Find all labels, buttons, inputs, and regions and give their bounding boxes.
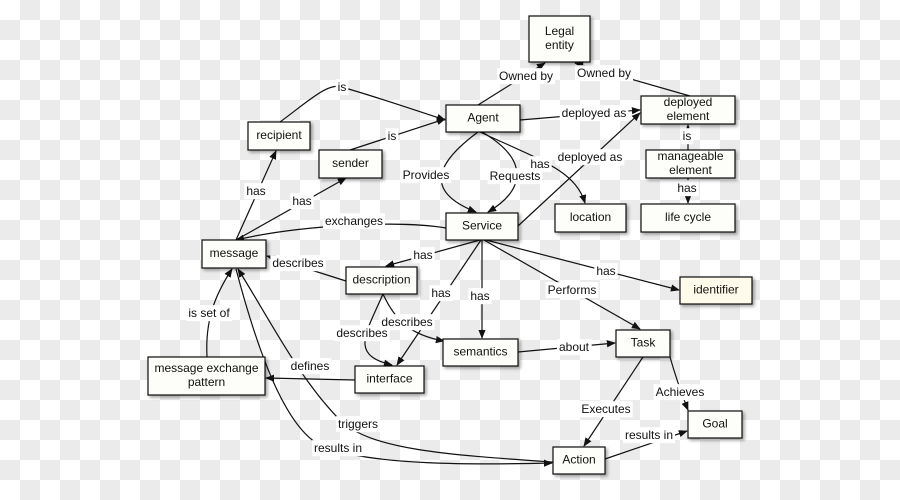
edge-label-text: has: [431, 286, 450, 300]
node-label: Action: [562, 453, 595, 467]
edge-label-text: has: [470, 289, 489, 303]
node-goal[interactable]: Goal: [687, 410, 743, 439]
edge-label: has: [594, 263, 618, 280]
node-label: description: [352, 273, 410, 287]
edge-label: defines: [288, 358, 332, 375]
edge-label-text: has: [596, 264, 615, 278]
node-label: deployed element: [664, 95, 713, 123]
concept-map: Owned by Owned by is is deployed as deployed …: [147, 15, 753, 475]
edge-label-text: Owned by: [577, 66, 631, 80]
edge-label: Achieves: [653, 384, 707, 401]
edge-label-text: Executes: [581, 402, 630, 416]
node-label: Service: [462, 219, 502, 233]
node-sender[interactable]: sender: [318, 149, 383, 179]
edge-label: Owned by: [574, 65, 634, 82]
edge-label-text: is: [683, 129, 692, 143]
node-label: life cycle: [665, 210, 711, 224]
node-legal-entity[interactable]: Legal entity: [528, 15, 591, 63]
edge-label-text: describes: [381, 315, 432, 329]
edge-label: describes: [270, 255, 326, 272]
node-identifier[interactable]: identifier: [679, 276, 753, 305]
node-label: Legal entity: [545, 24, 574, 52]
node-label: Agent: [467, 111, 499, 125]
edge-label-text: has: [246, 184, 265, 198]
edge-label: triggers: [335, 416, 381, 433]
edge-label: deployed as: [559, 105, 629, 122]
edge-label-text: deployed as: [562, 106, 627, 120]
node-label: interface: [366, 372, 412, 386]
edge-label: exchanges: [322, 213, 386, 230]
node-semantics[interactable]: semantics: [442, 338, 519, 367]
edge-label: deployed as: [555, 149, 625, 166]
node-agent[interactable]: Agent: [445, 104, 521, 133]
node-label: message: [210, 246, 259, 260]
edge-label-text: is: [338, 80, 347, 94]
edge-label: describes: [379, 314, 435, 331]
node-manageable-element[interactable]: manageable element: [645, 149, 736, 179]
edge-label: Owned by: [496, 68, 556, 85]
node-label: semantics: [453, 345, 507, 359]
edge-label: has: [411, 247, 435, 264]
edge-label: Provides: [400, 167, 452, 184]
edge-label-text: results in: [314, 441, 362, 455]
edge-recipient-to-agent: [279, 85, 446, 123]
node-message-exchange-pattern[interactable]: message exchange pattern: [147, 356, 266, 396]
node-action[interactable]: Action: [552, 446, 606, 475]
edge-label-text: has: [292, 194, 311, 208]
edge-label-text: Provides: [403, 168, 450, 182]
node-label: sender: [332, 156, 369, 170]
node-recipient[interactable]: recipient: [247, 121, 311, 151]
node-task[interactable]: Task: [615, 329, 671, 358]
edge-label-text: Requests: [490, 169, 541, 183]
edge-label-text: triggers: [338, 417, 378, 431]
edge-label: has: [675, 180, 699, 197]
edge-label-text: exchanges: [325, 214, 383, 228]
node-label: Goal: [702, 417, 727, 431]
edge-label: is: [385, 128, 399, 145]
edge-label-text: results in: [625, 428, 673, 442]
edge-label: results in: [311, 440, 365, 457]
node-label: identifier: [693, 283, 738, 297]
edge-label-text: describes: [272, 256, 323, 270]
node-service[interactable]: Service: [445, 212, 519, 241]
edge-label: Executes: [579, 401, 633, 418]
edge-label-text: about: [559, 340, 590, 354]
node-location[interactable]: location: [554, 203, 627, 233]
edge-label-text: is: [388, 129, 397, 143]
nodes-layer: Legal entity Agent deployed element manageabl…: [147, 15, 753, 475]
edge-label: is: [680, 128, 694, 145]
edge-label: results in: [622, 427, 676, 444]
edge-label-text: has: [677, 181, 696, 195]
edge-label: has: [244, 183, 268, 200]
edge-label-text: is set of: [188, 306, 230, 320]
node-message[interactable]: message: [201, 239, 267, 269]
edge-task-to-goal: [669, 356, 689, 411]
node-label: Task: [631, 336, 657, 350]
node-interface[interactable]: interface: [354, 365, 425, 394]
edge-label: Performs: [545, 282, 599, 299]
edge-label: has: [468, 288, 492, 305]
edge-interface-to-message-exchange-pattern: [265, 374, 356, 382]
edge-label: is set of: [186, 305, 233, 322]
edge-label: Requests: [487, 168, 543, 185]
node-label: recipient: [256, 128, 302, 142]
node-deployed-element[interactable]: deployed element: [640, 95, 736, 125]
edge-label-text: Performs: [548, 283, 597, 297]
edge-label-text: defines: [291, 359, 330, 373]
edge-label: has: [290, 193, 314, 210]
edge-label: is: [335, 79, 349, 96]
node-life-cycle[interactable]: life cycle: [640, 203, 736, 233]
edge-label: has: [429, 285, 453, 302]
edge-label-text: deployed as: [558, 150, 623, 164]
edge-label-text: Owned by: [499, 69, 553, 83]
edge-label-text: Achieves: [656, 385, 705, 399]
node-description[interactable]: description: [345, 266, 418, 295]
edge-label: about: [556, 339, 592, 356]
edge-label-text: has: [413, 248, 432, 262]
node-label: location: [570, 210, 611, 224]
